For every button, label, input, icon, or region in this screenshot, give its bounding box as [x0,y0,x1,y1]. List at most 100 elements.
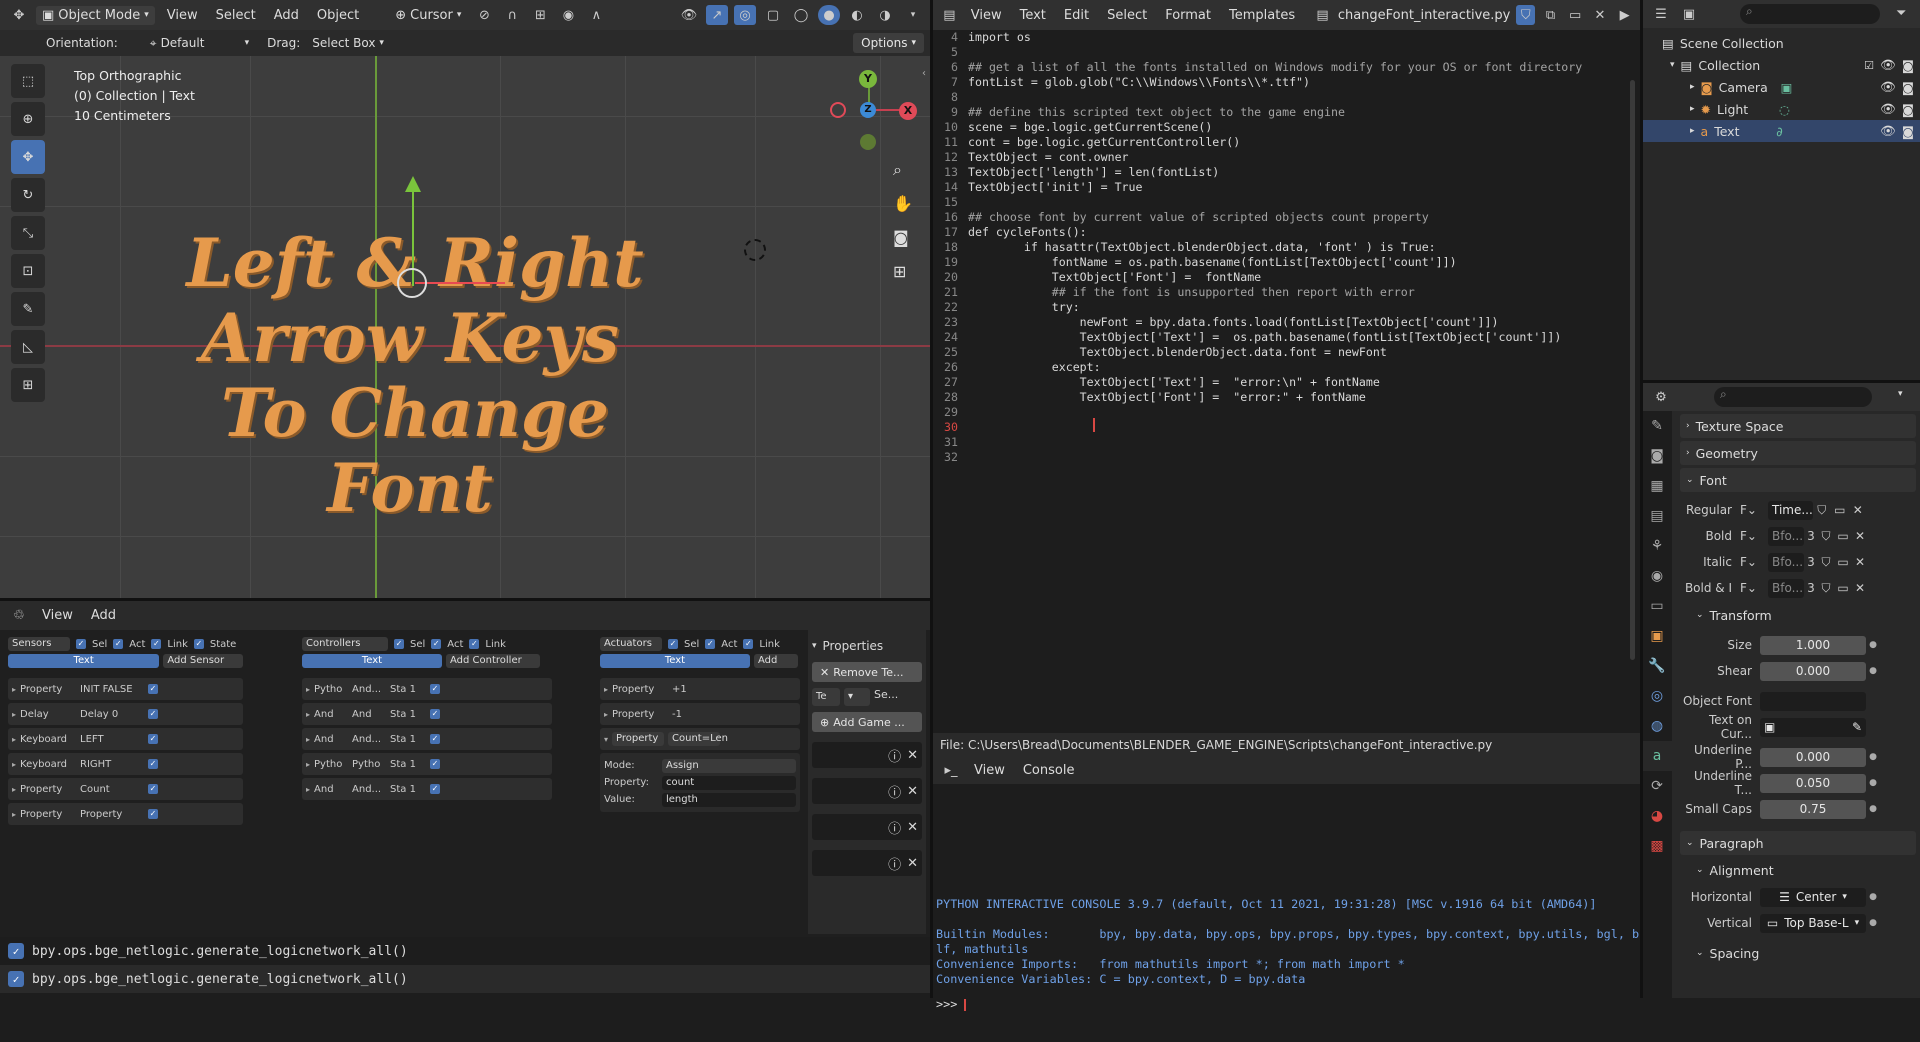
area-divider[interactable] [930,0,933,998]
view-layer-tab-icon[interactable]: ▤ [1642,501,1672,531]
outliner-row-light[interactable]: ▸ ✹ Light ◌ 👁 ◙ [1642,98,1920,120]
info-icon[interactable]: ⓘ [888,854,901,873]
constraints-tab-icon[interactable]: ⟳ [1642,771,1672,801]
console-output[interactable]: PYTHON INTERACTIVE CONSOLE 3.9.7 (defaul… [936,882,1639,1042]
add-controller-button[interactable]: Add Controller [446,654,540,668]
mode-selector[interactable]: ▣ Object Mode ▾ [36,5,155,25]
outliner-row-collection[interactable]: ▾ ▤ Collection ☑ 👁 ◙ [1642,54,1920,76]
expand-icon[interactable]: ▸ [604,710,608,719]
game-property-row[interactable]: ⓘ ✕ [812,850,922,876]
outliner-row-camera[interactable]: ▸ ◙ Camera ▣ 👁 ◙ [1642,76,1920,98]
sensors-dropdown[interactable]: Sensors [8,637,70,651]
sensors-object-name[interactable]: Text [8,654,160,668]
console-icon[interactable]: ▸_ [940,760,962,780]
magnet-icon[interactable]: ∩ [501,5,523,25]
keyframe-dot-icon[interactable]: ● [1866,640,1880,650]
scene-text-line-4[interactable]: Font [130,451,690,525]
gizmo-neg-y-ball[interactable] [860,134,876,150]
fake-user-icon[interactable]: ⛉ [1818,555,1834,570]
controllers-object-name[interactable]: Text [302,654,442,668]
move-gizmo-x-arrow[interactable] [415,282,505,284]
size-field[interactable]: 1.000 [1760,635,1866,655]
font-browse-icon[interactable]: F⌄ [1740,503,1768,517]
unlink-icon[interactable]: ✕ [1852,581,1868,595]
expand-icon[interactable]: ▸ [306,760,310,769]
sensors-sel-checkbox[interactable]: ✓ [76,639,86,649]
properties-icon[interactable]: ⚙ [1650,387,1672,407]
sensors-act-checkbox[interactable]: ✓ [113,639,124,649]
scale-tool[interactable]: ⤡ [11,216,45,250]
menu-add[interactable]: Add [268,6,305,25]
transform-tool[interactable]: ⊡ [11,254,45,288]
keyframe-dot-icon[interactable]: ● [1866,752,1880,762]
expand-icon[interactable]: ▸ [306,785,310,794]
annotate-tool[interactable]: ✎ [11,292,45,326]
object-font-field[interactable] [1760,691,1866,711]
gizmo-icon[interactable]: ↗ [706,5,728,25]
remove-property-button[interactable]: ✕ Remove Te... [812,662,922,682]
text-menu-select[interactable]: Select [1101,6,1153,25]
drag-select[interactable]: Select Box ▾ [306,34,390,52]
3d-viewport[interactable]: Top Orthographic (0) Collection | Text 1… [0,56,932,600]
chevron-right-icon[interactable]: ▸ [1690,104,1695,114]
scene-text-line-3[interactable]: To Change [135,376,695,450]
paragraph-panel[interactable]: ⌄ Paragraph [1680,831,1916,855]
open-folder-icon[interactable]: ▭ [1566,5,1585,25]
console-menu-console[interactable]: Console [1017,761,1081,780]
small-caps-field[interactable]: 0.75 [1760,799,1866,819]
fake-user-shield-icon[interactable]: ⛉ [1516,5,1536,25]
gizmo-y-ball[interactable]: Y [859,70,877,88]
overlay-icon[interactable]: ◎ [734,5,756,25]
area-divider[interactable] [1642,380,1920,383]
texture-tab-icon[interactable]: ▩ [1642,831,1672,861]
modifier-tab-icon[interactable]: 🔧 [1642,651,1672,681]
actuator-row[interactable]: ▾ Property Count=Len [600,728,800,750]
controller-row[interactable]: ▸ And And... Sta 1 ✓ [302,778,552,800]
move-gizmo-center[interactable] [397,268,427,298]
actuator-row[interactable]: ▸ Property +1 [600,678,800,700]
rendered-shading-icon[interactable]: ◑ [874,5,896,25]
logic-menu-add[interactable]: Add [85,606,122,625]
add-actuator-button[interactable]: Add Actua [754,654,798,668]
add-cube-tool[interactable]: ⊞ [11,368,45,402]
close-icon[interactable]: ✕ [907,784,918,799]
fake-user-icon[interactable]: ⛉ [1813,503,1831,518]
open-font-icon[interactable]: ▭ [1834,555,1852,569]
font-name-field[interactable]: Time... [1768,500,1813,520]
area-divider[interactable] [1640,0,1643,998]
console-prompt[interactable]: >>> [936,997,1636,1012]
fake-user-icon[interactable]: ⛉ [1818,529,1834,544]
controllers-dropdown[interactable]: Controllers [302,637,388,651]
close-icon[interactable]: ✕ [907,856,918,871]
fake-user-icon[interactable]: ⛉ [1818,581,1834,596]
area-divider[interactable] [0,598,930,601]
keyframe-dot-icon[interactable]: ● [1866,778,1880,788]
zoom-icon[interactable]: ⌕ [893,160,902,180]
text-filename[interactable]: changeFont_interactive.py [1338,8,1511,23]
data-tab-icon[interactable]: a [1642,741,1672,771]
render-tab-icon[interactable]: ◙ [1642,441,1672,471]
duplicate-icon[interactable]: ⧉ [1541,5,1560,25]
menu-object[interactable]: Object [311,6,365,25]
camera-render-icon[interactable]: ◙ [1902,102,1914,117]
display-mode-icon[interactable]: ▣ [1678,4,1700,24]
chevron-down-icon[interactable]: ▾ [902,5,924,25]
geometry-panel[interactable]: › Geometry [1680,441,1916,465]
text-menu-format[interactable]: Format [1159,6,1217,25]
close-icon[interactable]: ✕ [907,820,918,835]
close-icon[interactable]: ✕ [907,748,918,763]
eyedropper-icon[interactable]: ✎ [1852,720,1862,734]
text-scrollbar[interactable] [1630,80,1635,660]
expand-icon[interactable]: ▸ [604,685,608,694]
sensor-checkbox[interactable]: ✓ [148,809,159,819]
actuator-name-field[interactable]: Count=Len [668,732,728,746]
controller-row[interactable]: ▸ Pytho And... Sta 1 ✓ [302,678,552,700]
chevron-down-icon[interactable]: ▾ [1670,60,1675,70]
info-icon[interactable]: ⓘ [888,818,901,837]
editor-type-icon[interactable]: ✥ [8,5,30,25]
console-menu-view[interactable]: View [968,761,1011,780]
controller-checkbox[interactable]: ✓ [430,684,441,694]
alignment-subpanel[interactable]: ⌄ Alignment [1690,858,1916,882]
logic-editor-icon[interactable]: ♲ [8,605,30,625]
controller-checkbox[interactable]: ✓ [430,709,441,719]
